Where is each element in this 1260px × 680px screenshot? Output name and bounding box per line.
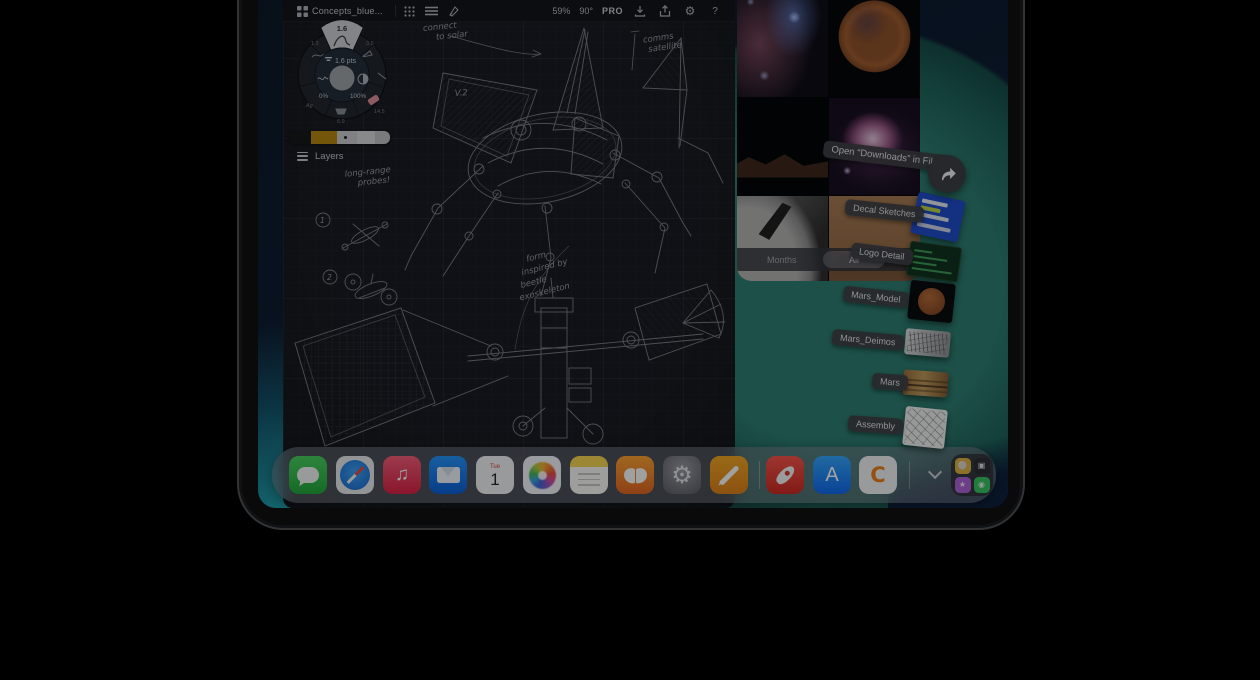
chevron-down-icon	[928, 465, 942, 479]
palette-swatch-gold[interactable]	[311, 131, 337, 144]
dot-grid-icon[interactable]	[402, 3, 418, 19]
opacity-max: 100%	[350, 93, 367, 100]
dock-icon-rocket-app[interactable]	[766, 456, 804, 494]
dock-icon-sketch-app[interactable]	[710, 456, 748, 494]
dock-icon-photos[interactable]	[523, 456, 561, 494]
layers-menu-icon[interactable]	[297, 152, 308, 161]
document-title[interactable]: Concepts_blue...	[312, 6, 383, 16]
palette-swatch-gray-selected[interactable]	[337, 131, 357, 144]
opacity-min: 0%	[319, 93, 329, 100]
stroke-size-value: 1.6 pts	[335, 58, 357, 65]
layers-panel-header[interactable]: Layers	[297, 149, 344, 163]
dock-icon-app-store[interactable]: A	[813, 456, 851, 494]
rotation-angle[interactable]: 90°	[579, 6, 593, 16]
toolbar-divider	[395, 5, 396, 17]
mini-app-green: ◉	[974, 477, 990, 493]
segment-size-right: 3.5	[366, 41, 374, 47]
gear-icon: ⚙	[671, 461, 693, 490]
annotation-connect-line2: to solar	[436, 29, 469, 42]
dock-icon-books[interactable]	[616, 456, 654, 494]
segment-size-fill: 6.9	[337, 119, 345, 125]
photo-thumb-mars-landscape[interactable]	[737, 98, 828, 195]
app-store-a-icon: A	[825, 464, 838, 487]
dock-icon-safari[interactable]	[336, 456, 374, 494]
pen-nib-icon[interactable]	[446, 3, 462, 19]
dock-icon-notes[interactable]	[570, 456, 608, 494]
segment-size-eraser: 14.5	[374, 109, 385, 115]
dock-divider	[759, 461, 760, 489]
import-icon[interactable]	[632, 3, 648, 19]
annotation-marker-2: 2	[327, 273, 332, 282]
help-icon[interactable]: ?	[707, 3, 723, 19]
tool-wheel[interactable]: 1.6 1.3 3.5 14.5 6.9 Ag	[284, 17, 400, 133]
drag-item-label: Mars	[871, 373, 908, 391]
music-note-icon: ♫	[395, 464, 409, 486]
dock-icon-concepts[interactable]: C	[859, 456, 897, 494]
layers-label: Layers	[315, 151, 344, 162]
open-book-icon	[624, 468, 646, 483]
share-badge	[928, 155, 966, 193]
layers-lines-icon[interactable]	[424, 3, 440, 19]
settings-gear-icon[interactable]: ⚙	[682, 3, 698, 19]
pro-badge[interactable]: PRO	[602, 6, 623, 16]
mini-app-star: ★	[955, 477, 971, 493]
color-pinwheel-icon	[529, 462, 556, 489]
annotation-version: V.2	[455, 88, 469, 99]
mini-app-camera: ▣	[974, 458, 990, 474]
months-tab[interactable]: Months	[767, 255, 797, 265]
pen-icon	[719, 465, 739, 485]
palette-swatch-lighter[interactable]	[375, 131, 390, 144]
export-share-icon[interactable]	[657, 3, 673, 19]
speech-bubble-icon	[297, 467, 319, 483]
palette-swatch-light[interactable]	[357, 131, 375, 144]
segment-size-left: 1.3	[311, 41, 319, 47]
palette-selection-dot	[344, 136, 347, 139]
dock-icon-settings[interactable]: ⚙	[663, 456, 701, 494]
wheel-center-knob[interactable]	[330, 66, 355, 91]
annotation-marker-1: 1	[320, 216, 325, 225]
segment-text-tool: Ag	[305, 103, 314, 109]
drag-thumb-mars	[902, 369, 949, 397]
drag-thumb-mars-model	[907, 280, 956, 323]
dock-icon-mail[interactable]	[429, 456, 467, 494]
forward-arrow-icon	[937, 165, 957, 183]
photo-thumb-mars-globe[interactable]	[829, 0, 920, 97]
rocket-icon	[773, 463, 796, 486]
zoom-level[interactable]: 59%	[552, 6, 570, 16]
dock-chevron-down[interactable]	[929, 467, 943, 481]
color-palette[interactable]	[288, 131, 390, 144]
drag-thumb-logo	[906, 241, 962, 283]
compass-icon	[340, 460, 370, 490]
dock-icon-messages[interactable]	[289, 456, 327, 494]
ipad-screen: connect to solar comms satellite V.2 lon…	[258, 0, 1008, 508]
dock: ♫ Tue 1 ⚙ A C ⚪ ▣ ★ ◉	[272, 447, 996, 503]
ipad-device: connect to solar comms satellite V.2 lon…	[237, 0, 1025, 530]
dock-icon-music[interactable]: ♫	[383, 456, 421, 494]
concepts-window: connect to solar comms satellite V.2 lon…	[283, 0, 735, 508]
annotation-probes-line2: probes!	[356, 175, 390, 188]
mini-app-tips: ⚪	[955, 458, 971, 474]
drag-thumb-mars-deimos	[904, 328, 951, 358]
photo-thumb-nebula[interactable]	[737, 0, 828, 97]
drag-thumb-assembly	[902, 406, 948, 449]
dock-icon-calendar[interactable]: Tue 1	[476, 456, 514, 494]
calendar-day: 1	[490, 471, 499, 489]
fill-tool-icon	[336, 109, 346, 114]
dock-divider	[909, 461, 910, 489]
selected-tool-size: 1.6	[337, 24, 347, 33]
concepts-c-icon: C	[870, 463, 885, 487]
dock-app-library[interactable]: ⚪ ▣ ★ ◉	[951, 454, 993, 496]
envelope-icon	[437, 467, 460, 483]
palette-swatch-black[interactable]	[288, 131, 311, 144]
